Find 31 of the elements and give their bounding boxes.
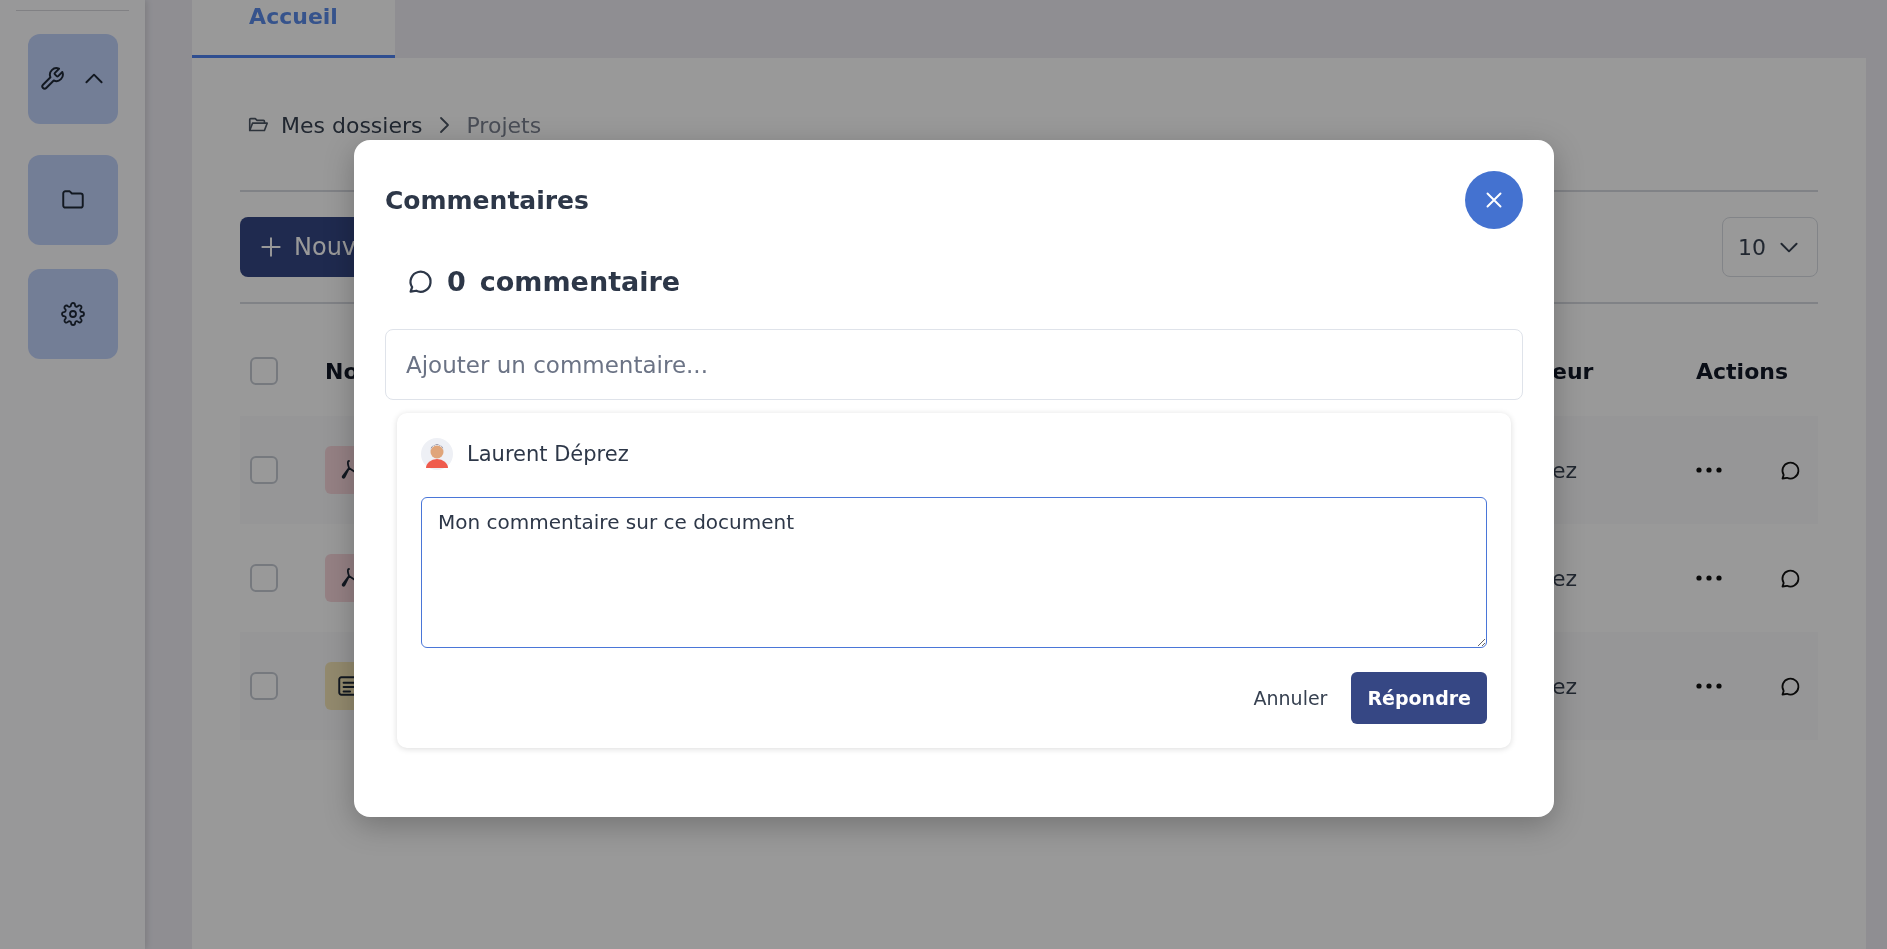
folder-button[interactable] (27, 155, 118, 245)
checkbox[interactable] (250, 672, 278, 700)
comment-field[interactable]: Ajouter un commentaire... (385, 329, 1523, 400)
comment-count: 0 (447, 265, 466, 297)
checkbox[interactable] (250, 456, 278, 484)
more-icon[interactable] (1696, 575, 1722, 581)
more-icon[interactable] (1696, 467, 1722, 473)
avatar (421, 438, 453, 470)
table-cell: ez (1552, 673, 1578, 699)
settings-icon (60, 302, 85, 326)
tab[interactable]: Accueil (192, 0, 395, 58)
column-header: Actions (1696, 358, 1788, 384)
reply-button[interactable]: Répondre (1351, 672, 1487, 724)
dialog-title: Commentaires (385, 185, 589, 215)
author-name: Laurent Déprez (467, 442, 629, 466)
checkbox[interactable] (250, 564, 278, 592)
column-header: eur (1552, 358, 1594, 384)
page-size-select[interactable]: 10 (1722, 217, 1818, 277)
comment-count-label: commentaire (479, 265, 681, 297)
cancel-button[interactable]: Annuler (1249, 679, 1332, 717)
table-cell: ez (1552, 457, 1578, 483)
tools-menu-button[interactable] (27, 34, 118, 124)
settings-button[interactable] (27, 269, 118, 359)
wrench-icon (38, 66, 65, 92)
table-cell: ez (1552, 565, 1578, 591)
breadcrumb-link[interactable]: Projets (466, 112, 542, 138)
reply-field[interactable]: Mon commentaire sur ce document (421, 497, 1487, 648)
breadcrumb-link[interactable]: Mes dossiers (281, 112, 423, 138)
more-icon[interactable] (1696, 683, 1722, 689)
checkbox[interactable] (250, 357, 278, 385)
close-button[interactable] (1465, 171, 1523, 229)
